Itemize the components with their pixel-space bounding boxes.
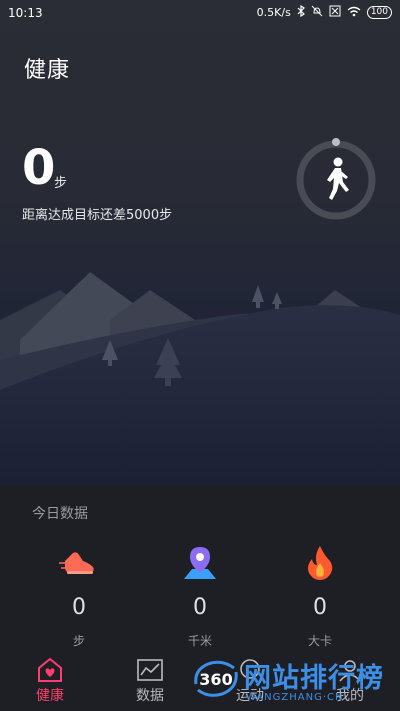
- chart-icon: [135, 657, 165, 683]
- stat-calories: 0 大卡: [260, 543, 380, 649]
- no-sim-icon: [329, 5, 341, 20]
- stat-steps-unit: 步: [72, 634, 85, 648]
- watermark-subtext: WANGZHANG·CN: [246, 692, 344, 703]
- step-progress-ring[interactable]: [294, 138, 378, 222]
- status-bar: 10:13 0.5K/s 100: [0, 0, 400, 26]
- walking-person-icon: [327, 157, 349, 200]
- step-count: 0: [22, 140, 56, 196]
- stat-distance: 0 千米: [140, 543, 260, 649]
- stat-distance-unit: 千米: [187, 634, 212, 648]
- landscape-illustration: [0, 272, 400, 485]
- today-data-title: 今日数据: [32, 506, 88, 522]
- stat-steps-value: 0: [72, 595, 86, 620]
- watermark: 360 网站排行榜 WANGZHANG·CN: [192, 656, 400, 711]
- nav-item-data[interactable]: 数据: [110, 657, 190, 705]
- watermark-logo: 360: [194, 660, 238, 697]
- bluetooth-icon: [297, 4, 305, 20]
- nav-label-health: 健康: [36, 688, 64, 704]
- watermark-text: 网站排行榜: [244, 663, 384, 694]
- flame-icon: [300, 543, 340, 583]
- network-speed: 0.5K/s: [256, 6, 291, 19]
- nav-item-health[interactable]: 健康: [10, 657, 90, 705]
- status-indicators: 0.5K/s 100: [256, 4, 392, 20]
- svg-text:360: 360: [199, 670, 232, 689]
- nav-label-data: 数据: [136, 688, 164, 704]
- goal-remaining-text: 距离达成目标还差5000步: [22, 208, 173, 223]
- battery-indicator: 100: [366, 6, 392, 19]
- sneaker-icon: [59, 543, 99, 583]
- stat-calories-unit: 大卡: [307, 634, 332, 648]
- location-pin-icon: [180, 543, 220, 583]
- stat-calories-value: 0: [313, 595, 327, 620]
- mute-bell-icon: [311, 5, 323, 20]
- stat-steps: 0 步: [19, 543, 139, 649]
- wifi-icon: [347, 6, 361, 20]
- stat-distance-value: 0: [193, 595, 207, 620]
- heart-home-icon: [35, 657, 65, 683]
- status-time: 10:13: [8, 6, 43, 20]
- step-unit: 步: [54, 176, 68, 191]
- hero-section: 10:13 0.5K/s 100 健康 0 步 距离达成目标还差5000步: [0, 0, 400, 485]
- page-title: 健康: [24, 58, 71, 83]
